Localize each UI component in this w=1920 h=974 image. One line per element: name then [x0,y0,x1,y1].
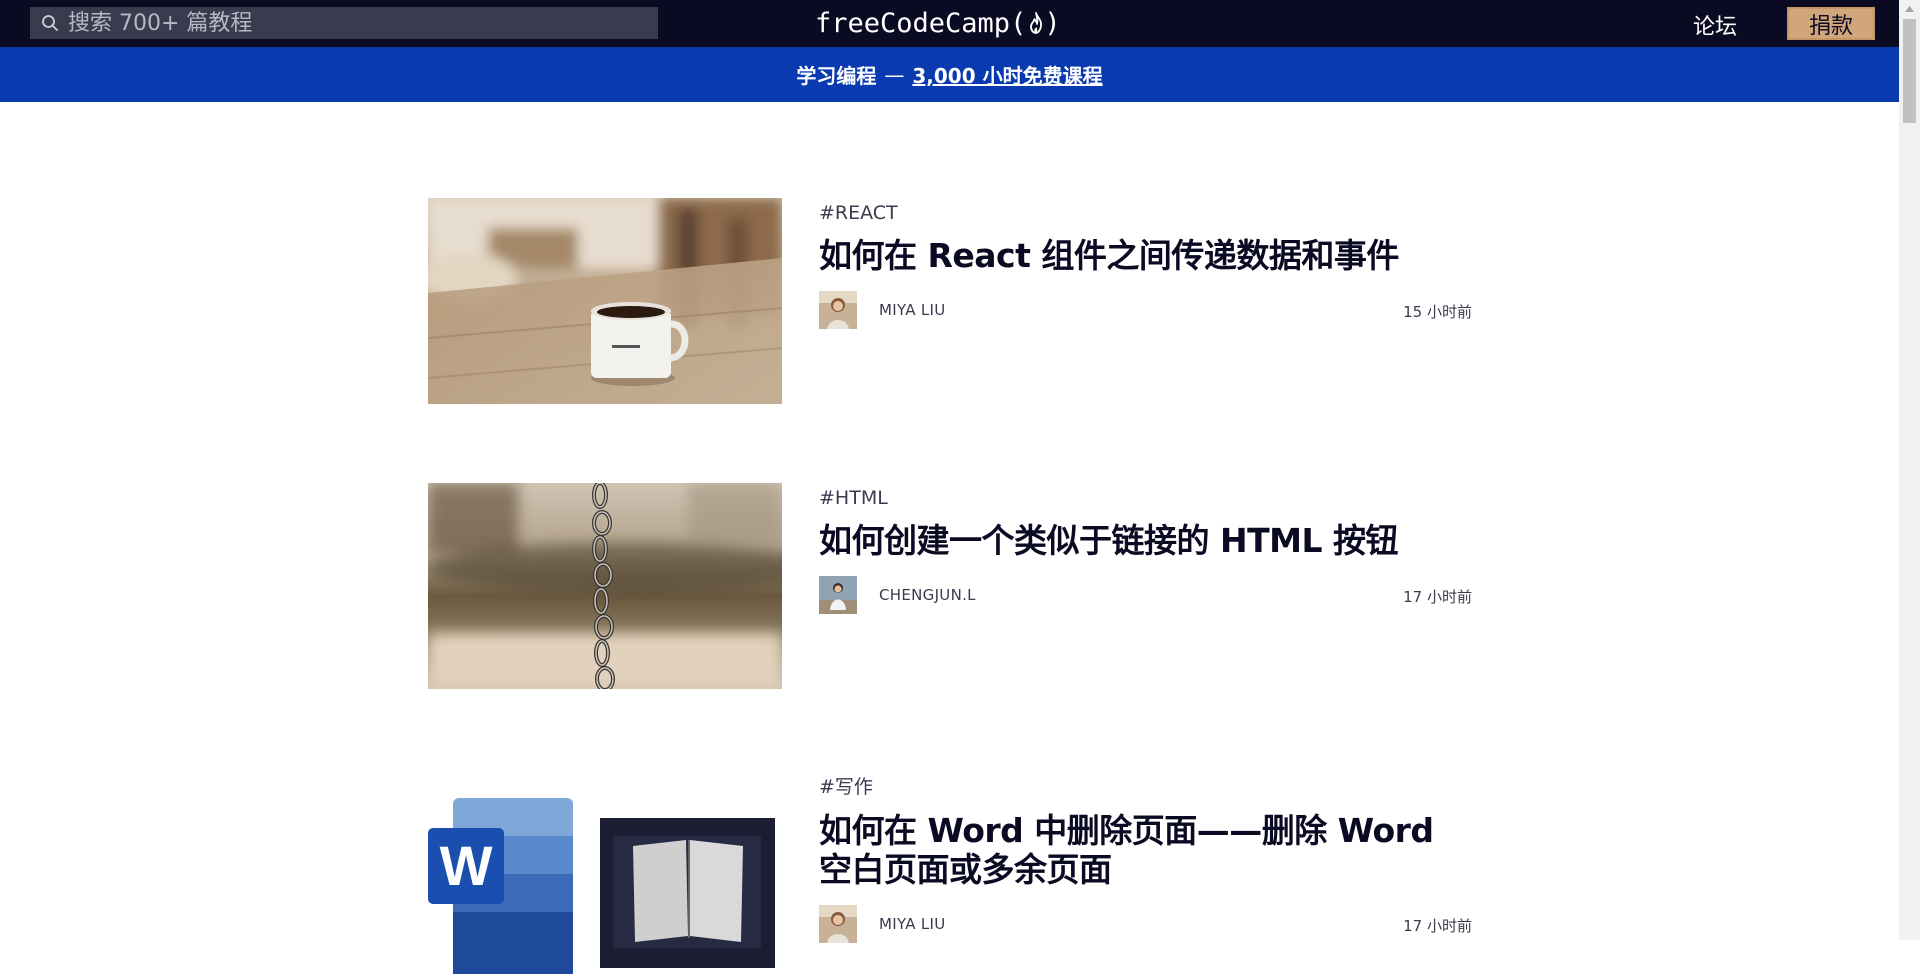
article-byline: MIYA LIU 15 小时前 [819,291,1472,329]
word-notebook-image: W [428,768,782,974]
banner-dash: — [884,62,905,87]
banner-text: 学习编程 [796,64,877,88]
author-avatar[interactable] [819,576,857,614]
top-navigation: freeCodeCamp( ) 论坛 捐款 [0,0,1899,47]
article-tag[interactable]: #写作 [819,772,1472,799]
brand-text: freeCodeCamp( [815,7,1027,39]
coffee-mug-image [428,198,782,404]
search-bar[interactable] [30,7,658,39]
article-title[interactable]: 如何在 React 组件之间传递数据和事件 [819,236,1472,275]
forum-link[interactable]: 论坛 [1693,9,1737,41]
article-tag[interactable]: #HTML [819,487,1472,509]
donate-button[interactable]: 捐款 [1787,7,1875,40]
article-thumbnail[interactable] [428,483,782,689]
publish-time: 15 小时前 [1403,303,1472,321]
article-meta: #HTML 如何创建一个类似于链接的 HTML 按钮 CHENGJUN.L 17… [819,483,1472,614]
publish-time: 17 小时前 [1403,917,1472,935]
article-title[interactable]: 如何在 Word 中删除页面——删除 Word 空白页面或多余页面 [819,811,1472,889]
search-icon [40,13,60,33]
author-name[interactable]: CHENGJUN.L [879,586,976,604]
search-input[interactable] [60,7,658,39]
article-byline: MIYA LIU 17 小时前 [819,905,1472,943]
article-byline: CHENGJUN.L 17 小时前 [819,576,1472,614]
article-title[interactable]: 如何创建一个类似于链接的 HTML 按钮 [819,521,1472,560]
article-meta: #写作 如何在 Word 中删除页面——删除 Word 空白页面或多余页面 MI… [819,768,1472,943]
word-letter: W [440,834,493,897]
author-name[interactable]: MIYA LIU [879,915,946,933]
announcement-banner: 学习编程 — 3,000 小时免费课程 [0,47,1899,102]
article-thumbnail[interactable]: W [428,768,782,974]
scrollbar-thumb[interactable] [1903,19,1916,123]
brand-text-close: ) [1044,7,1061,39]
banner-link[interactable]: 3,000 小时免费课程 [912,60,1102,89]
article-thumbnail[interactable] [428,198,782,404]
page-scrollbar[interactable] [1899,0,1920,940]
author-avatar[interactable] [819,291,857,329]
author-avatar[interactable] [819,905,857,943]
fire-icon [1028,11,1044,35]
article-meta: #REACT 如何在 React 组件之间传递数据和事件 MIYA LIU 15… [819,198,1472,329]
article-tag[interactable]: #REACT [819,202,1472,224]
brand-logo[interactable]: freeCodeCamp( ) [815,4,1061,42]
author-name[interactable]: MIYA LIU [879,301,946,319]
chain-image [428,483,782,689]
scroll-up-arrow-icon[interactable] [1899,0,1920,18]
publish-time: 17 小时前 [1403,588,1472,606]
